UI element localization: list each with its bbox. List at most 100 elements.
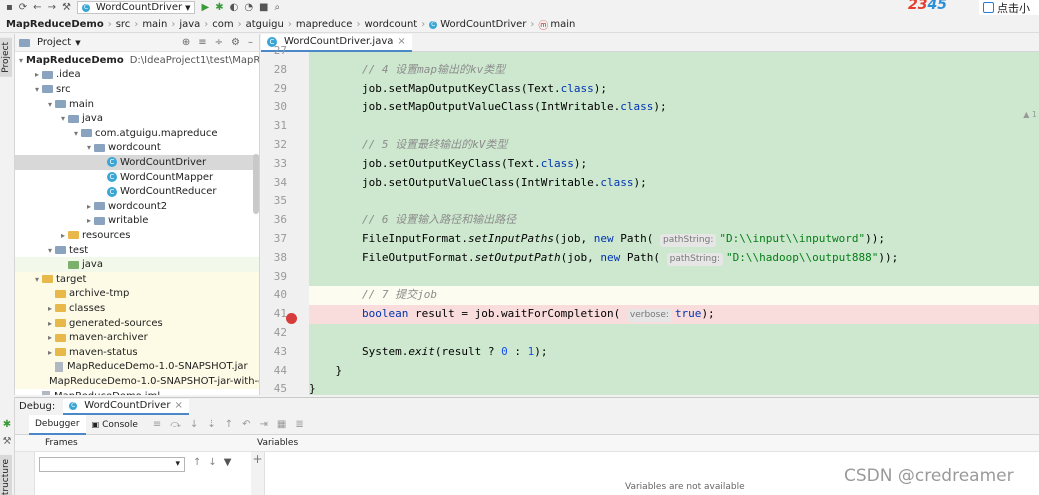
chevron-right-icon[interactable]: ▸	[45, 348, 55, 357]
chevron-right-icon[interactable]: ▸	[58, 231, 68, 240]
chevron-down-icon[interactable]: ▾	[84, 143, 94, 152]
tree-item[interactable]: archive-tmp	[15, 286, 259, 302]
add-watch-icon[interactable]: +	[251, 452, 265, 495]
code-line[interactable]	[309, 324, 1039, 343]
chevron-right-icon[interactable]: ▸	[84, 216, 94, 225]
code-line[interactable]: job.setMapOutputValueClass(IntWritable.c…	[309, 98, 1039, 117]
tree-item[interactable]: ▾ java	[15, 111, 259, 126]
line-number[interactable]: 29	[274, 80, 287, 99]
breadcrumb-item[interactable]: main	[142, 19, 167, 30]
line-number[interactable]: 35	[274, 192, 287, 211]
chevron-right-icon[interactable]: ▸	[45, 304, 55, 313]
tree-item[interactable]: ▸ maven-archiver	[15, 330, 259, 345]
stop-icon[interactable]: ■	[259, 0, 268, 15]
code-line[interactable]: // 6 设置输入路径和输出路径	[309, 211, 1039, 230]
code-line[interactable]: }	[309, 380, 1039, 395]
sync-icon[interactable]: ⟳	[19, 0, 27, 15]
tree-item[interactable]: ▾ com.atguigu.mapreduce	[15, 126, 259, 141]
step-into-icon[interactable]: ↓	[190, 419, 198, 430]
evaluate-icon[interactable]: ▦	[277, 419, 286, 430]
gear-icon[interactable]: ⚙	[231, 37, 240, 48]
breadcrumb-item[interactable]: java	[179, 19, 200, 30]
force-step-into-icon[interactable]: ⇣	[207, 419, 215, 430]
code-line[interactable]: job.setOutputValueClass(IntWritable.clas…	[309, 174, 1039, 193]
back-icon[interactable]: ←	[33, 0, 41, 15]
tree-item[interactable]: ▸ classes	[15, 301, 259, 316]
search-icon[interactable]: ⌕	[275, 0, 281, 15]
drop-frame-icon[interactable]: ↶	[242, 419, 250, 430]
project-panel-title[interactable]: Project	[37, 37, 71, 48]
tree-item[interactable]: ▸ wordcount2	[15, 199, 259, 214]
forward-icon[interactable]: →	[48, 0, 56, 15]
breadcrumb-item[interactable]: mapreduce	[296, 19, 353, 30]
breadcrumb-item[interactable]: atguigu	[246, 19, 284, 30]
debug-icon[interactable]: ✱	[215, 0, 223, 15]
tab-console[interactable]: ▣ Console	[86, 415, 144, 435]
tree-item[interactable]: C WordCountDriver	[15, 155, 259, 170]
thread-select[interactable]: ▾	[39, 457, 185, 472]
line-number[interactable]: 38	[274, 249, 287, 268]
line-number[interactable]: 30	[274, 98, 287, 117]
tree-item[interactable]: ▾ test	[15, 243, 259, 258]
chevron-down-icon[interactable]: ▾	[45, 100, 55, 109]
chevron-down-icon[interactable]: ▾	[45, 246, 55, 255]
arrow-down-icon[interactable]: ↓	[208, 457, 216, 468]
line-number[interactable]: 41	[274, 305, 287, 324]
code-line[interactable]: }	[309, 362, 1039, 381]
code-line[interactable]: // 4 设置map输出的kv类型	[309, 61, 1039, 80]
code-line[interactable]: // 7 提交job	[309, 286, 1039, 306]
tree-item[interactable]: ▾ wordcount	[15, 141, 259, 156]
breadcrumb-item[interactable]: com	[212, 19, 233, 30]
chevron-down-icon[interactable]: ▾	[19, 56, 23, 65]
wrench-icon[interactable]: ⚒	[0, 436, 14, 447]
tab-project[interactable]: Project	[0, 38, 12, 77]
code-line[interactable]: boolean result = job.waitForCompletion( …	[309, 305, 1039, 324]
quick-button[interactable]: 点击小	[979, 0, 1039, 15]
chevron-down-icon[interactable]: ▾	[71, 129, 81, 138]
code-line[interactable]: FileInputFormat.setInputPaths(job, new P…	[309, 230, 1039, 249]
chevron-right-icon[interactable]: ▸	[84, 202, 94, 211]
code-line[interactable]	[309, 268, 1039, 287]
chevron-down-icon[interactable]: ▾	[32, 275, 42, 284]
line-number[interactable]: 37	[274, 230, 287, 249]
build-icon[interactable]: ⚒	[62, 0, 71, 15]
run-icon[interactable]: ▶	[201, 0, 209, 15]
run-to-cursor-icon[interactable]: ⇥	[260, 419, 268, 430]
close-icon[interactable]: ×	[174, 400, 182, 411]
code-line[interactable]: FileOutputFormat.setOutputPath(job, new …	[309, 249, 1039, 268]
tree-item[interactable]: MapReduceDemo-1.0-SNAPSHOT.jar	[15, 359, 259, 375]
chevron-right-icon[interactable]: ▸	[32, 70, 42, 79]
tree-item[interactable]: ▸ generated-sources	[15, 315, 259, 331]
breadcrumb-item[interactable]: src	[116, 19, 131, 30]
hide-icon[interactable]: –	[248, 37, 253, 48]
filter-icon[interactable]: ▼	[224, 457, 232, 468]
debug-config-tab[interactable]: C WordCountDriver ×	[63, 398, 189, 415]
profile-icon[interactable]: ◔	[244, 0, 253, 15]
breadcrumb-item[interactable]: MapReduceDemo	[6, 19, 104, 30]
close-icon[interactable]: ×	[397, 36, 405, 47]
tree-item[interactable]: C WordCountMapper	[15, 170, 259, 185]
code-line[interactable]	[309, 192, 1039, 211]
tree-item[interactable]: ▾ MapReduceDemo D:\IdeaProject1\test\MapRe	[15, 53, 259, 68]
step-over-icon[interactable]: ⤼	[170, 419, 181, 430]
line-number[interactable]: 28	[274, 61, 287, 80]
code-line[interactable]: System.exit(result ? 0 : 1);	[309, 343, 1039, 362]
breakpoint-icon[interactable]	[286, 313, 297, 324]
code-line[interactable]	[309, 52, 1039, 61]
line-number[interactable]: 43	[274, 343, 287, 362]
line-number[interactable]: 40	[274, 286, 287, 305]
code-editor[interactable]: ▲ 1 // 4 设置map输出的kv类型 job.setMapOutputKe…	[309, 52, 1039, 395]
breadcrumb-item[interactable]: C WordCountDriver	[429, 19, 526, 30]
tree-item[interactable]: MapReduceDemo.iml	[15, 389, 259, 395]
chevron-down-icon[interactable]: ▼	[75, 39, 80, 47]
tree-item[interactable]: ▾ src	[15, 82, 259, 97]
chevron-right-icon[interactable]: ▸	[45, 319, 55, 328]
line-number[interactable]: 34	[274, 174, 287, 193]
tree-item[interactable]: ▸ writable	[15, 214, 259, 229]
tree-item[interactable]: ▾ target	[15, 272, 259, 287]
breadcrumb-item[interactable]: wordcount	[364, 19, 417, 30]
code-line[interactable]	[309, 117, 1039, 136]
arrow-up-icon[interactable]: ↑	[193, 457, 201, 468]
tree-item[interactable]: ▸ resources	[15, 228, 259, 243]
layout-icon[interactable]: ≣	[295, 419, 303, 430]
